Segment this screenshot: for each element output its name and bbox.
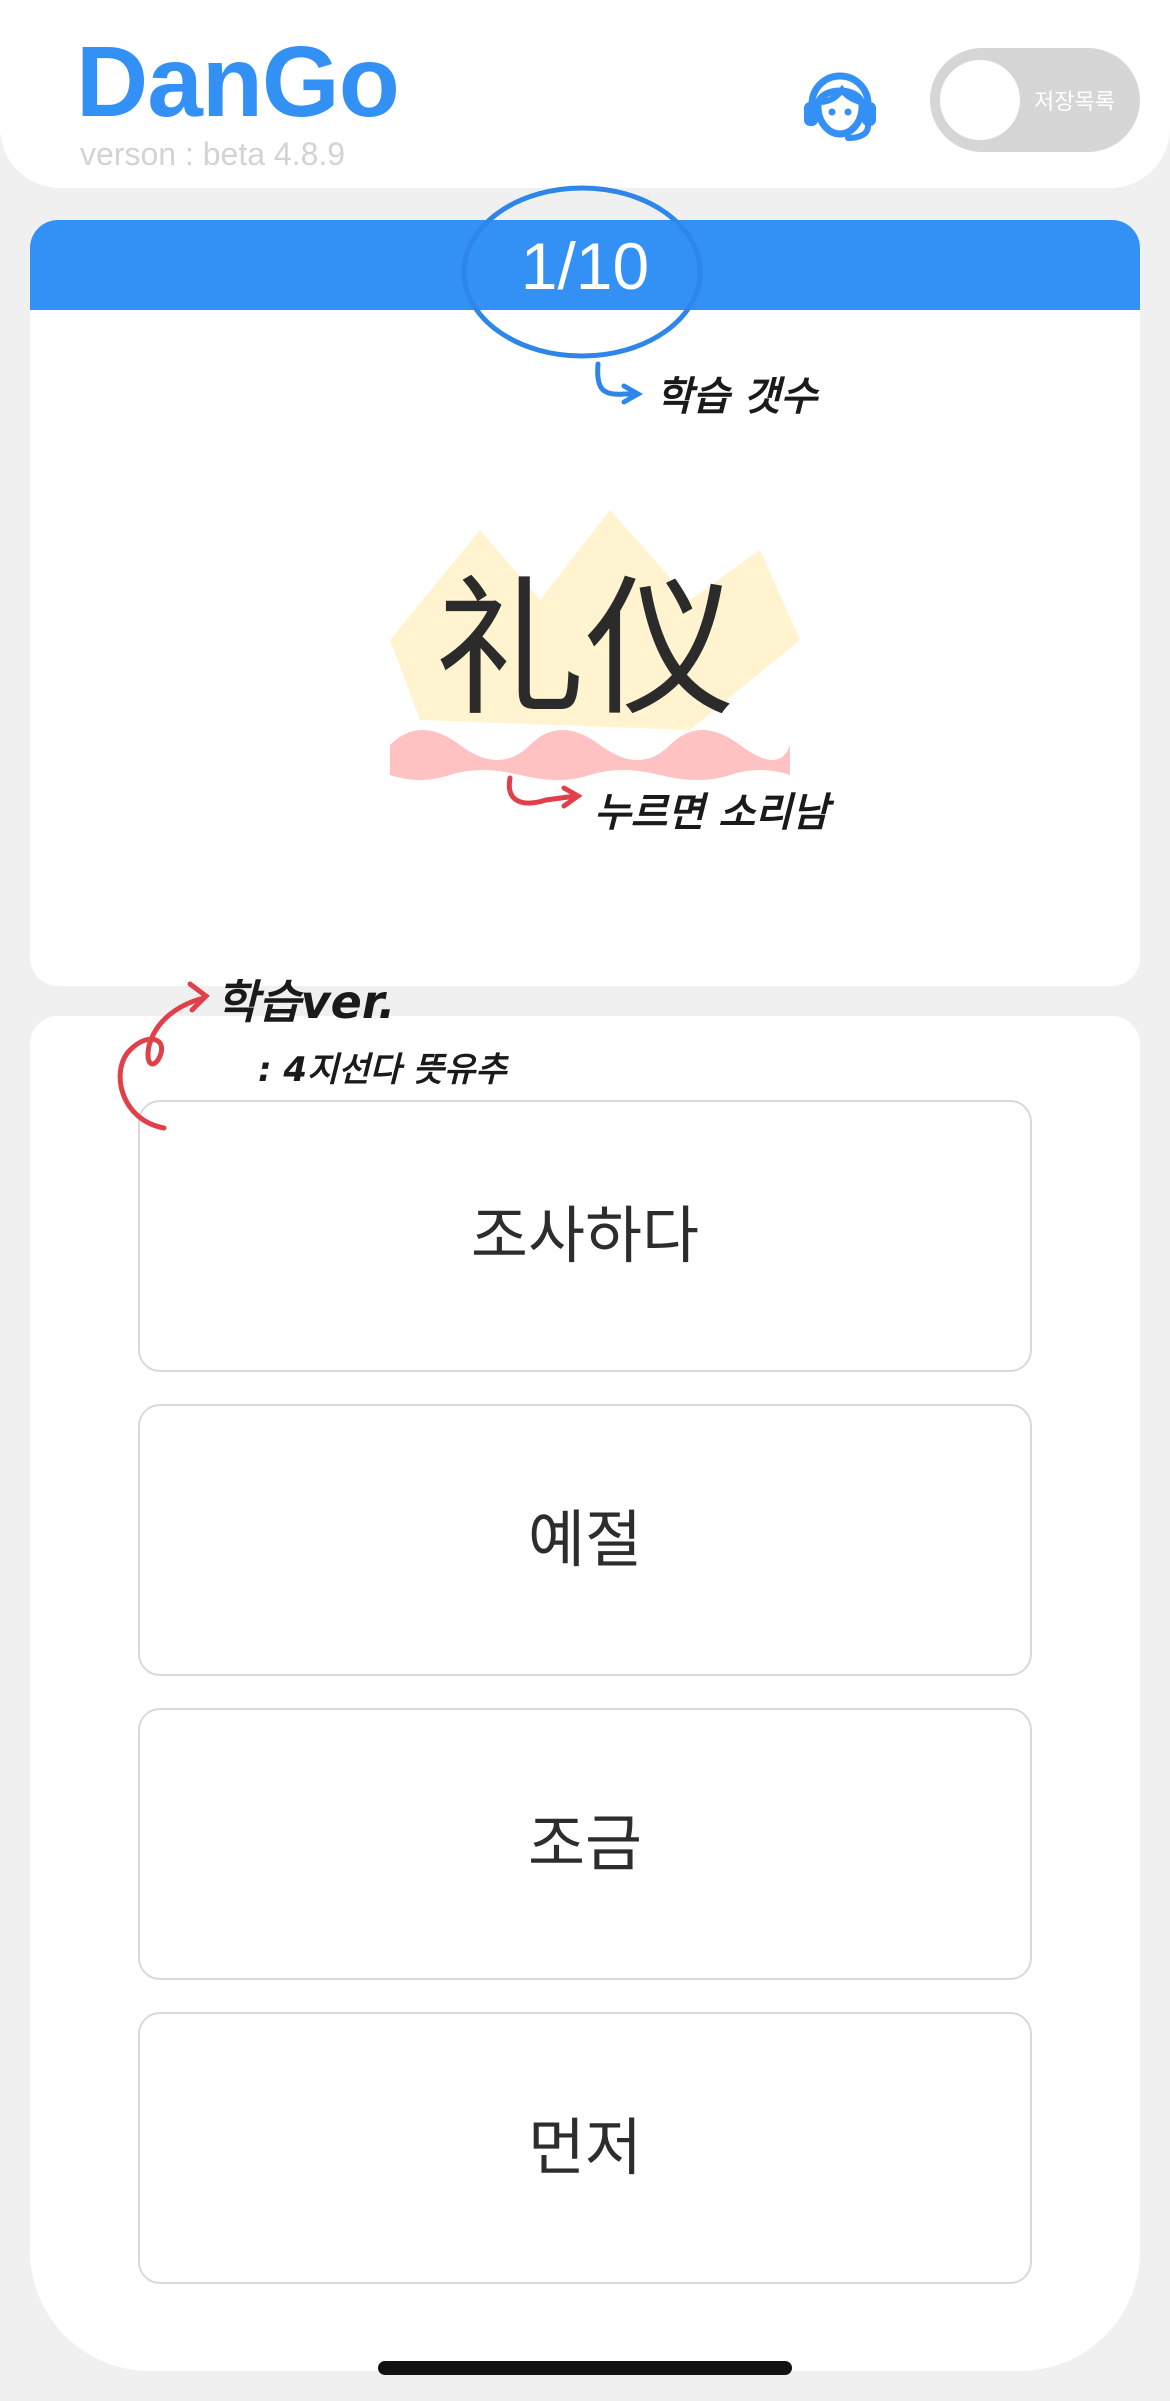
option-2-button[interactable]: 예절 [138,1404,1032,1676]
headset-icon[interactable] [798,62,882,142]
option-1-button[interactable]: 조사하다 [138,1100,1032,1372]
word-card: 1/10 礼仪 [30,220,1140,986]
toggle-knob [940,60,1020,140]
hanzi-word[interactable]: 礼仪 [30,560,1140,740]
version-text: verson : beta 4.8.9 [80,136,346,172]
options-card: 조사하다 예절 조금 먼저 [30,1016,1140,2371]
app-logo: DanGo [76,26,400,138]
option-3-button[interactable]: 조금 [138,1708,1032,1980]
option-4-button[interactable]: 먼저 [138,2012,1032,2284]
toggle-label: 저장목록 [1034,90,1115,115]
app-header: DanGo verson : beta 4.8.9 저장목록 [0,0,1170,188]
saved-list-toggle[interactable]: 저장목록 [930,48,1140,152]
home-indicator [378,2361,792,2375]
progress-counter: 1/10 [520,229,650,303]
